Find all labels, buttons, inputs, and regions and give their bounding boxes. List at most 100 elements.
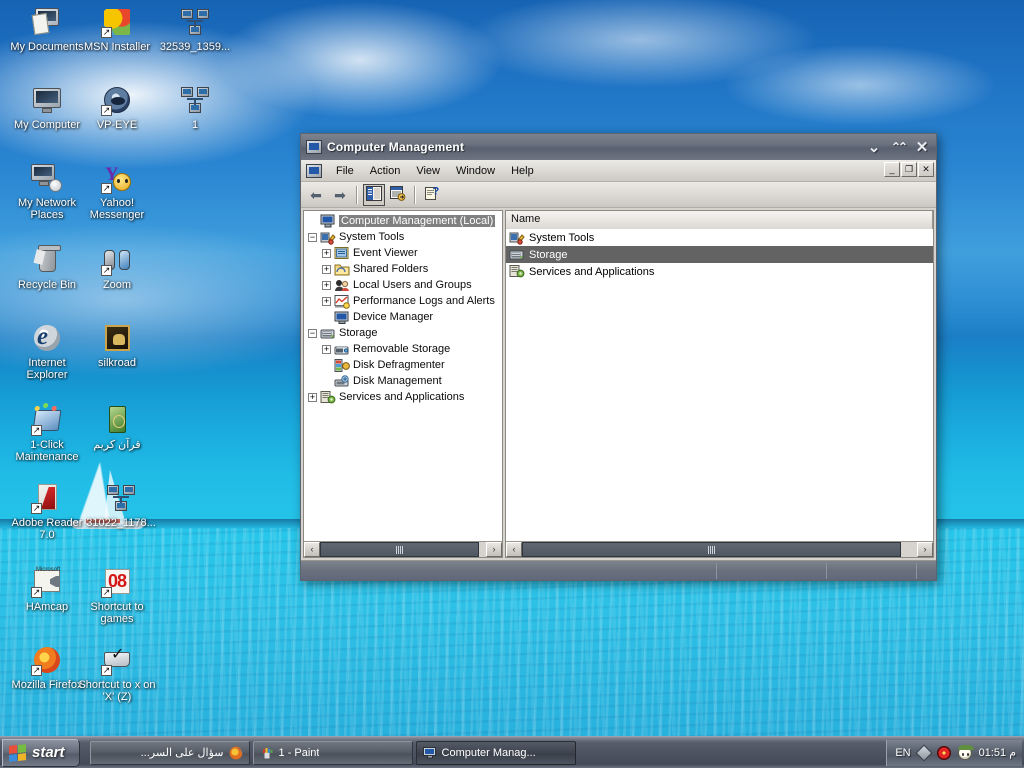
task-button-list[interactable]: سؤال على السر... 1 - Paint Computer Manag.… — [84, 740, 887, 765]
close-button[interactable]: ✕ — [910, 136, 934, 158]
desktop-icon-quran-kareem[interactable]: قرآن كريم — [78, 404, 156, 451]
menu-view[interactable]: View — [408, 163, 448, 179]
desktop-icon-internet-explorer[interactable]: Internet Explorer — [8, 322, 86, 381]
expand-plus-icon[interactable]: + — [322, 280, 331, 290]
result-list[interactable]: System Tools Storage Services and Applicat… — [506, 229, 933, 541]
desktop-icon-my-computer[interactable]: My Computer — [8, 84, 86, 131]
desktop-icon-my-documents[interactable]: My Documents — [8, 6, 86, 53]
list-column-header-row[interactable]: Name — [506, 210, 933, 229]
antivirus-face-icon[interactable] — [957, 744, 974, 760]
taskbar[interactable]: start سؤال على السر... 1 - Paint Computer … — [0, 736, 1024, 768]
result-list-pane[interactable]: Name System Tools Storage Services and App… — [505, 210, 934, 558]
export-list-button[interactable] — [387, 184, 409, 206]
mdi-close-button[interactable]: ✕ — [918, 162, 934, 177]
list-row-label: Services and Applications — [529, 265, 655, 278]
list-horizontal-scrollbar[interactable]: ‹ › — [506, 541, 933, 557]
tree-item-performance-logs-and-alerts[interactable]: + Performance Logs and Alerts — [306, 293, 502, 309]
desktop-icon-network-file[interactable]: 32539_1359... — [156, 6, 234, 53]
restore-button[interactable]: ⌃⌃ — [886, 136, 910, 158]
list-scroll-track[interactable] — [522, 542, 917, 557]
desktop-icon-label: Internet Explorer — [26, 357, 68, 381]
language-indicator[interactable]: EN — [895, 747, 910, 759]
desktop-icon-msn-installer[interactable]: ↗ MSN Installer — [78, 6, 156, 53]
toolbar[interactable]: ⬅ ➡ ? — [301, 182, 936, 208]
menu-file[interactable]: File — [328, 163, 362, 179]
taskbar-button-3[interactable]: Computer Manag... — [415, 740, 576, 765]
desktop-icon-vp-eye[interactable]: ↗ VP-EYE — [78, 84, 156, 131]
taskbar-button-1[interactable]: سؤال على السر... — [89, 740, 250, 765]
list-scroll-left-button[interactable]: ‹ — [506, 542, 522, 557]
expand-plus-icon[interactable]: + — [322, 264, 331, 274]
system-tray[interactable]: EN 01:51 م — [886, 739, 1022, 766]
taskbar-button-2[interactable]: 1 - Paint — [252, 740, 413, 765]
desktop-icon-network-file[interactable]: 31022_1178... — [82, 482, 160, 529]
minimize-button[interactable]: ⌄ — [862, 136, 886, 158]
tree-item-removable-storage[interactable]: + Removable Storage — [306, 341, 502, 357]
collapse-minus-icon[interactable]: − — [308, 328, 317, 338]
tree-horizontal-scrollbar[interactable]: ‹ › — [304, 541, 502, 557]
menu-help[interactable]: Help — [503, 163, 542, 179]
list-scroll-right-button[interactable]: › — [917, 542, 933, 557]
tree-item-event-viewer[interactable]: + Event Viewer — [306, 245, 502, 261]
desktop-icon-games-08[interactable]: ↗ Shortcut to games — [78, 566, 156, 625]
tree-item-disk-management[interactable]: Disk Management — [306, 373, 502, 389]
show-hide-console-tree-button[interactable] — [363, 183, 385, 206]
list-row[interactable]: Storage — [506, 246, 933, 263]
mdi-minimize-button[interactable]: _ — [884, 162, 900, 177]
collapse-minus-icon[interactable]: − — [308, 232, 317, 242]
desktop-icon-one-click-maintenance[interactable]: ↗ 1-Click Maintenance — [8, 404, 86, 463]
console-tree[interactable]: Computer Management (Local) − System Tools… — [304, 211, 502, 541]
desktop-icon-network-drive[interactable]: ↗ Shortcut to x on 'X' (Z) — [78, 644, 156, 703]
mdi-restore-button[interactable]: ❐ — [901, 162, 917, 177]
recorder-icon[interactable] — [936, 745, 951, 760]
desktop-icon-hamcap[interactable]: Microsoft ↗ HAmcap — [8, 566, 86, 613]
network-file-icon — [179, 84, 211, 116]
tree-item-storage[interactable]: − Storage — [306, 325, 502, 341]
column-header-name[interactable]: Name — [506, 210, 933, 229]
console-tree-pane[interactable]: Computer Management (Local) − System Tools… — [303, 210, 503, 558]
forward-button[interactable]: ➡ — [329, 184, 351, 206]
list-row[interactable]: System Tools — [506, 229, 933, 246]
tree-scroll-right-button[interactable]: › — [486, 542, 502, 557]
desktop-icon-label: My Documents — [10, 41, 84, 53]
tree-scroll-thumb[interactable] — [320, 542, 480, 557]
desktop-icon-zoom-binoculars[interactable]: ↗ Zoom — [78, 244, 156, 291]
back-button[interactable]: ⬅ — [305, 184, 327, 206]
menu-window[interactable]: Window — [448, 163, 503, 179]
desktop-icon-silkroad[interactable]: silkroad — [78, 322, 156, 369]
expand-plus-icon[interactable]: + — [322, 248, 331, 258]
clock[interactable]: 01:51 م — [979, 746, 1016, 759]
menu-bar[interactable]: File Action View Window Help _ ❐ ✕ — [301, 160, 936, 182]
help-button[interactable]: ? — [421, 184, 443, 206]
tree-item-local-users-and-groups[interactable]: + Local Users and Groups — [306, 277, 502, 293]
mdi-child-buttons[interactable]: _ ❐ ✕ — [884, 162, 934, 177]
desktop-icon-adobe-reader[interactable]: ↗ Adobe Reader 7.0 — [8, 482, 86, 541]
desktop-icon-recycle-bin[interactable]: Recycle Bin — [8, 244, 86, 291]
desktop-icon-mozilla-firefox[interactable]: ↗ Mozilla Firefox — [8, 644, 86, 691]
list-scroll-thumb[interactable] — [522, 542, 902, 557]
tree-item-system-tools[interactable]: − System Tools — [306, 229, 502, 245]
expand-plus-icon[interactable]: + — [308, 392, 317, 402]
desktop-icon-yahoo-messenger[interactable]: Y ↗ Yahoo! Messenger — [78, 162, 156, 221]
tree-item-device-manager[interactable]: Device Manager — [306, 309, 502, 325]
desktop-icon-network-file[interactable]: 1 — [156, 84, 234, 131]
tree-scroll-track[interactable] — [320, 542, 486, 557]
desktop-icon-my-network-places[interactable]: My Network Places — [8, 162, 86, 221]
start-button[interactable]: start — [2, 738, 80, 767]
removable-storage-icon — [334, 342, 350, 357]
mdi-system-menu-icon[interactable] — [306, 163, 322, 178]
tree-item-computer-management-local[interactable]: Computer Management (Local) — [306, 213, 502, 229]
language-bar-diamond-icon[interactable] — [915, 744, 933, 761]
tree-item-services-and-applications[interactable]: + Services and Applications — [306, 389, 502, 405]
tree-scroll-left-button[interactable]: ‹ — [304, 542, 320, 557]
expand-plus-icon[interactable]: + — [322, 296, 331, 306]
tree-item-label: Performance Logs and Alerts — [353, 295, 495, 307]
expand-plus-icon[interactable]: + — [322, 344, 331, 354]
computer-management-window[interactable]: Computer Management ⌄ ⌃⌃ ✕ File Action V… — [300, 133, 937, 581]
shortcut-overlay-icon: ↗ — [101, 105, 112, 116]
tree-item-disk-defragmenter[interactable]: Disk Defragmenter — [306, 357, 502, 373]
window-titlebar[interactable]: Computer Management ⌄ ⌃⌃ ✕ — [301, 134, 936, 160]
list-row[interactable]: Services and Applications — [506, 263, 933, 280]
tree-item-shared-folders[interactable]: + Shared Folders — [306, 261, 502, 277]
menu-action[interactable]: Action — [362, 163, 409, 179]
